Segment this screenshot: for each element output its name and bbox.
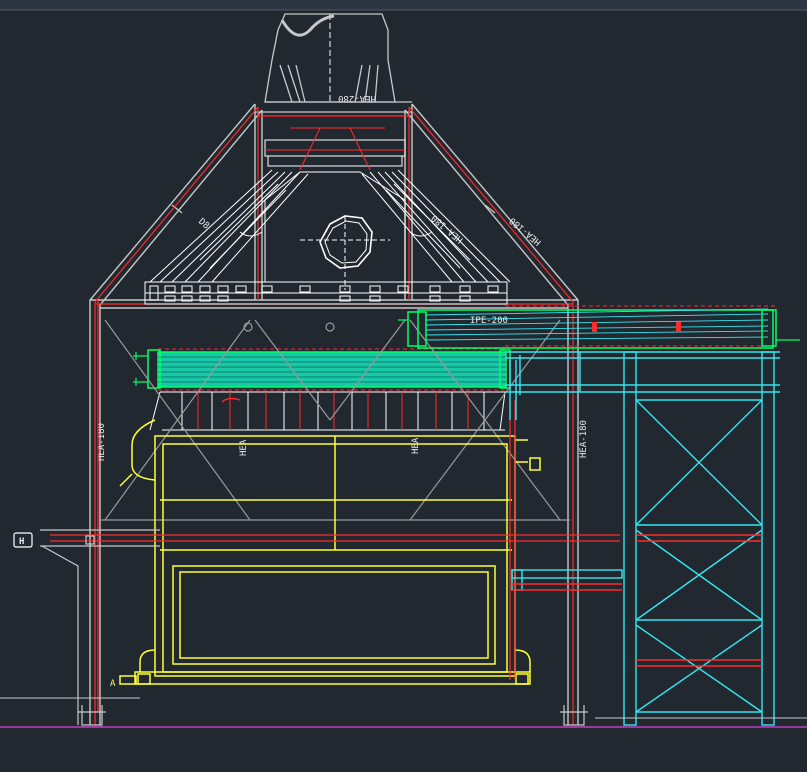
label-left-diagonal: D8: [196, 217, 211, 232]
support-tower-red: [512, 534, 762, 667]
green-heat-exchanger: [133, 348, 511, 391]
label-mid-left: HEA: [239, 439, 249, 456]
hood-red-lines: [265, 127, 405, 171]
tube-bank: [149, 391, 506, 437]
canvas-top-bar: [0, 0, 807, 10]
convection-duct: [398, 305, 800, 349]
label-conveyor-beam: IPE-200: [470, 316, 508, 326]
exhaust-hood: [255, 13, 412, 113]
column-feet: [78, 705, 588, 726]
label-right-column: HEA-180: [579, 420, 589, 458]
label-top-beam: HEA-280: [338, 93, 376, 103]
furnace-body: [119, 419, 541, 685]
support-tower: [505, 351, 780, 726]
header-tray: [144, 281, 508, 305]
left-walkway: [13, 529, 160, 725]
label-mid-right: HEA: [411, 437, 421, 454]
label-side-marker: H: [19, 537, 24, 547]
cad-drawing-canvas[interactable]: HEA-280 D8 HEA-180 HEA-180 HEA-180 HEA-1…: [0, 0, 807, 772]
tube-bank-red: [197, 392, 469, 430]
label-section-marker: A: [110, 679, 116, 689]
